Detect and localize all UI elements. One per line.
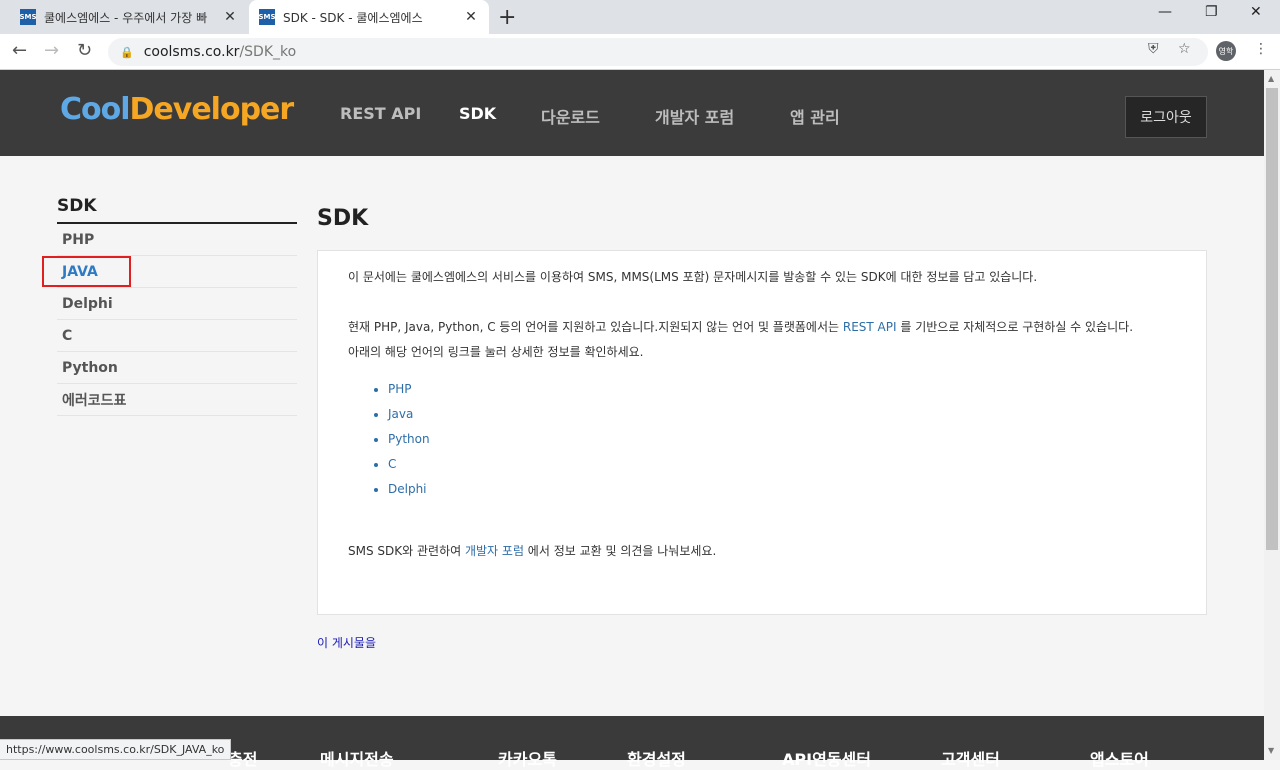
scroll-up-icon[interactable]: ▲ [1268, 74, 1274, 83]
minimize-icon[interactable]: — [1158, 4, 1172, 20]
sms-favicon-icon: SMS [258, 9, 276, 25]
footer-message-send[interactable]: 메시지전송 [320, 746, 394, 770]
profile-avatar[interactable]: 영학 [1216, 41, 1236, 61]
selection-highlight [42, 256, 131, 287]
forum-text: SMS SDK와 관련하여 개발자 포럼 에서 정보 교환 및 의견을 나눠보세… [348, 544, 717, 558]
nav-developer-forum[interactable]: 개발자 포럼 [655, 104, 734, 128]
list-item-python[interactable]: Python [388, 427, 1176, 452]
list-item-c[interactable]: C [388, 452, 1176, 477]
lock-icon: 🔒 [120, 45, 134, 59]
list-item-java[interactable]: Java [388, 402, 1176, 427]
guide-text: 아래의 해당 언어의 링크를 눌러 상세한 정보를 확인하세요. [348, 345, 644, 359]
sidebar-item-php[interactable]: PHP [57, 224, 297, 256]
footer-customer-center[interactable]: 고객센터 [941, 746, 1000, 770]
forward-arrow-icon[interactable]: → [44, 40, 59, 61]
footer-charge[interactable]: 충전 [228, 746, 257, 770]
language-list: PHP Java Python C Delphi [348, 377, 1176, 502]
nav-app-management[interactable]: 앱 관리 [790, 104, 840, 128]
support-text: 현재 PHP, Java, Python, C 등의 언어를 지원하고 있습니다… [348, 320, 1134, 334]
tab-title: 쿨에스엠에스 - 우주에서 가장 빠 [44, 10, 208, 25]
developer-forum-link[interactable]: 개발자 포럼 [465, 544, 524, 558]
bookmark-star-icon[interactable]: ☆ [1178, 41, 1191, 57]
footer-app-store[interactable]: 앱스토어 [1090, 746, 1149, 770]
new-tab-icon[interactable]: + [498, 5, 516, 30]
close-icon[interactable]: ✕ [222, 9, 238, 25]
address-toolbar: ← → ↻ 🔒 coolsms.co.kr/SDK_ko ⛨ ☆ 영학 ⋮ [0, 34, 1280, 70]
page-scrollbar[interactable]: ▲ ▼ [1264, 70, 1280, 760]
page-title: SDK [317, 206, 369, 231]
tab-bar: SMS 쿨에스엠에스 - 우주에서 가장 빠 ✕ SMS SDK - SDK -… [0, 0, 1280, 34]
scroll-thumb[interactable] [1266, 88, 1278, 550]
tab-title: SDK - SDK - 쿨에스엠에스 [283, 10, 423, 25]
scroll-down-icon[interactable]: ▼ [1268, 746, 1274, 755]
list-item-delphi[interactable]: Delphi [388, 477, 1176, 502]
window-close-icon[interactable]: ✕ [1250, 4, 1262, 20]
rest-api-link[interactable]: REST API [843, 320, 897, 334]
sms-favicon-icon: SMS [19, 9, 37, 25]
tab-coolsms-home[interactable]: SMS 쿨에스엠에스 - 우주에서 가장 빠 ✕ [10, 0, 248, 34]
list-item-php[interactable]: PHP [388, 377, 1176, 402]
sidebar-item-c[interactable]: C [57, 320, 297, 352]
footer-kakaotalk[interactable]: 카카오톡 [498, 746, 557, 770]
post-link[interactable]: 이 게시물을 [317, 634, 376, 651]
status-url: https://www.coolsms.co.kr/SDK_JAVA_ko [0, 739, 232, 760]
sidebar-item-python[interactable]: Python [57, 352, 297, 384]
url-domain: coolsms.co.kr [143, 44, 240, 60]
sidebar-title: SDK [57, 196, 97, 216]
shield-icon[interactable]: ⛨ [1148, 41, 1159, 57]
site-header: CoolDeveloper REST API SDK 다운로드 개발자 포럼 앱… [0, 70, 1264, 156]
close-icon[interactable]: ✕ [463, 9, 479, 25]
sidebar-item-error-codes[interactable]: 에러코드표 [57, 384, 297, 416]
tab-sdk[interactable]: SMS SDK - SDK - 쿨에스엠에스 ✕ [249, 0, 489, 34]
nav-sdk[interactable]: SDK [459, 104, 496, 123]
sidebar-item-delphi[interactable]: Delphi [57, 288, 297, 320]
menu-dots-icon[interactable]: ⋮ [1254, 41, 1268, 57]
back-arrow-icon[interactable]: ← [12, 40, 27, 61]
url-path: /SDK_ko [239, 44, 297, 60]
logout-button[interactable]: 로그아웃 [1125, 96, 1207, 138]
footer-settings[interactable]: 환경설정 [627, 746, 686, 770]
intro-text: 이 문서에는 쿨에스엠에스의 서비스를 이용하여 SMS, MMS(LMS 포함… [348, 270, 1038, 284]
nav-rest-api[interactable]: REST API [340, 104, 421, 123]
nav-download[interactable]: 다운로드 [541, 104, 600, 128]
footer-api-center[interactable]: API연동센터 [782, 746, 871, 770]
content-card: 이 문서에는 쿨에스엠에스의 서비스를 이용하여 SMS, MMS(LMS 포함… [317, 250, 1207, 615]
restore-icon[interactable]: ❐ [1205, 4, 1218, 20]
cooldeveloper-logo[interactable]: CoolDeveloper [60, 92, 294, 127]
reload-icon[interactable]: ↻ [77, 40, 92, 61]
url-bar[interactable]: 🔒 coolsms.co.kr/SDK_ko [108, 38, 1208, 66]
